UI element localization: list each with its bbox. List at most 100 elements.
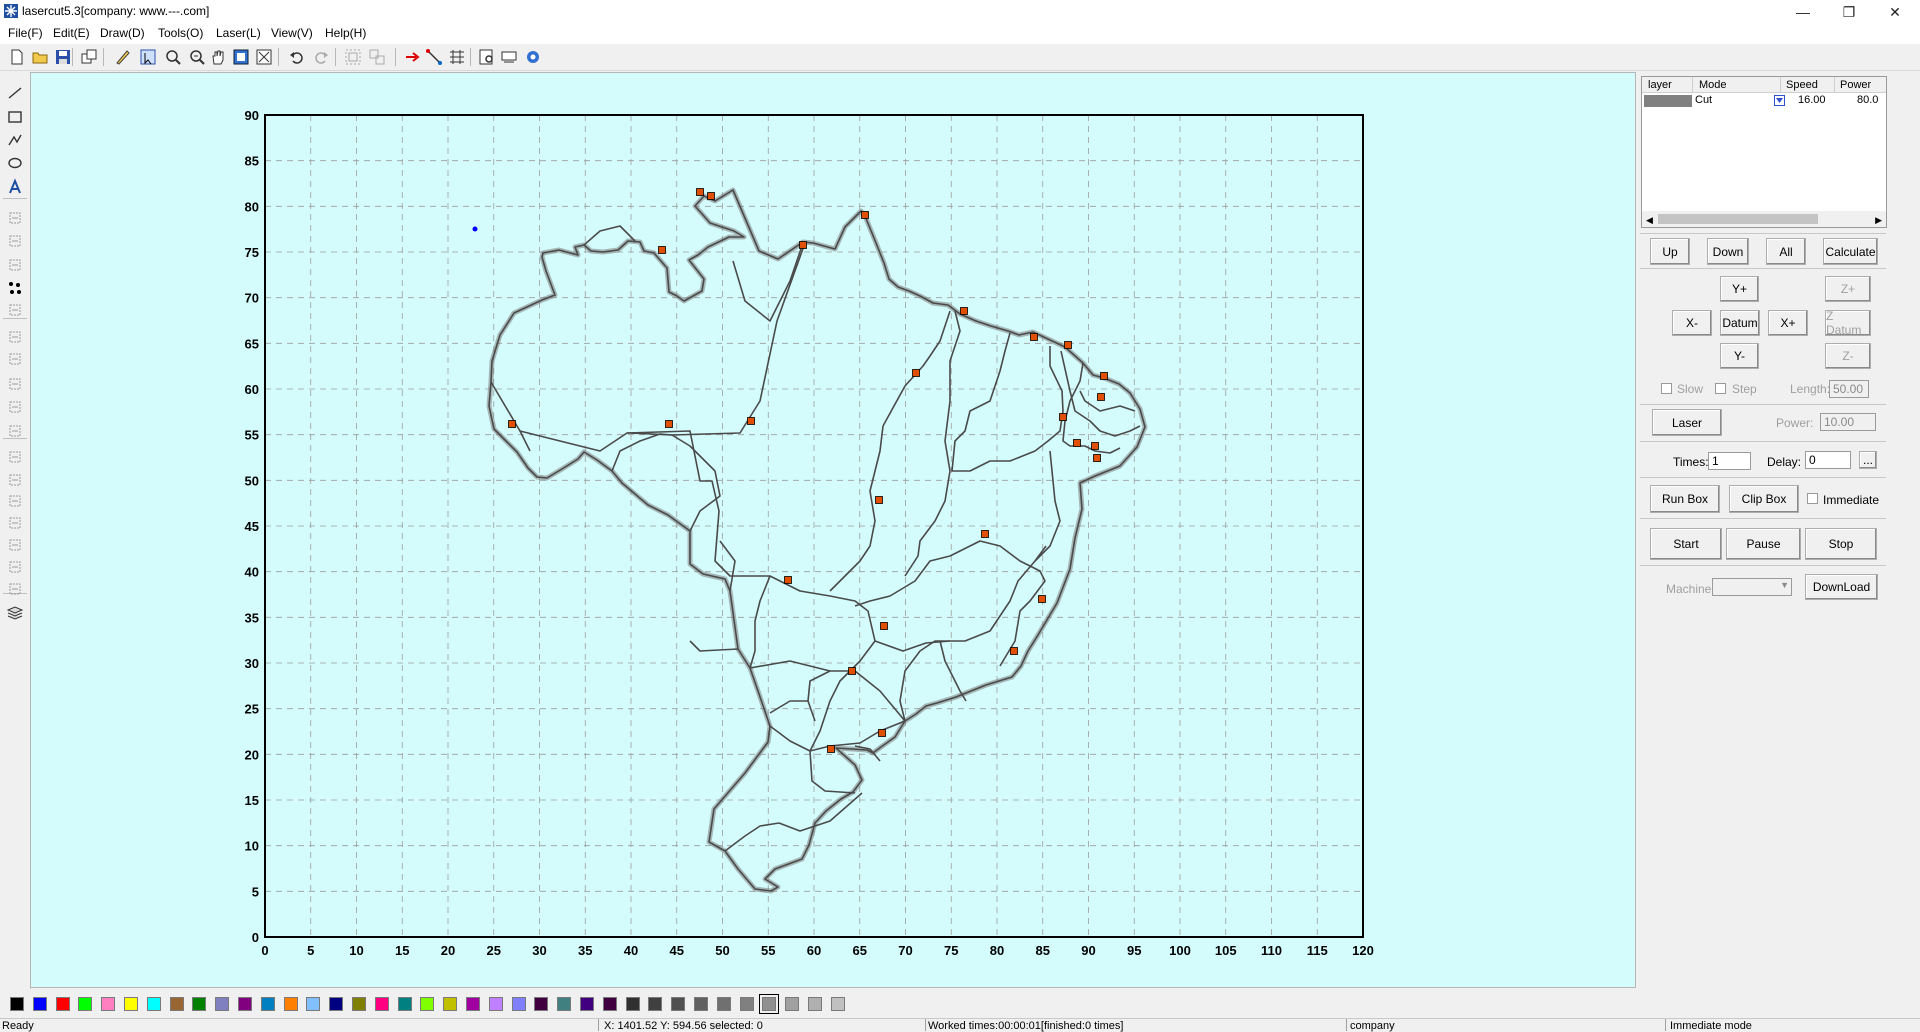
palette-swatch[interactable]: [830, 997, 845, 1011]
palette-swatch[interactable]: [374, 997, 389, 1011]
clip-box-button[interactable]: Clip Box: [1729, 485, 1799, 513]
pause-button[interactable]: Pause: [1726, 528, 1801, 560]
menu-file[interactable]: File(F): [8, 26, 43, 40]
palette-swatch[interactable]: [329, 997, 344, 1011]
menu-draw[interactable]: Draw(D): [100, 26, 145, 40]
scroll-left-icon[interactable]: ◀: [1646, 215, 1653, 226]
save-icon[interactable]: [54, 48, 72, 66]
cut-path-icon[interactable]: [425, 48, 443, 66]
align-left-icon[interactable]: [5, 448, 25, 466]
palette-swatch[interactable]: [55, 997, 70, 1011]
zoom-page-icon[interactable]: [232, 48, 250, 66]
palette-swatch[interactable]: [443, 997, 458, 1011]
col-power[interactable]: Power: [1840, 79, 1871, 91]
stop-button[interactable]: Stop: [1805, 528, 1877, 560]
map-drawing[interactable]: [472, 187, 1148, 894]
palette-swatch[interactable]: [785, 997, 800, 1011]
palette-swatch[interactable]: [352, 997, 366, 1011]
rotate-icon[interactable]: [5, 209, 25, 227]
palette-swatch[interactable]: [260, 997, 275, 1011]
scroll-right-icon[interactable]: ▶: [1875, 215, 1882, 226]
palette-swatch[interactable]: [759, 994, 780, 1014]
text-tool-icon[interactable]: [5, 178, 25, 196]
datum-button[interactable]: Datum: [1720, 310, 1760, 336]
new-file-icon[interactable]: [8, 48, 26, 66]
mode-dropdown[interactable]: [1774, 95, 1785, 106]
z-minus-button[interactable]: Z-: [1825, 343, 1871, 369]
select-all-button[interactable]: All: [1766, 238, 1806, 265]
menu-help[interactable]: Help(H): [325, 26, 366, 40]
col-speed[interactable]: Speed: [1786, 79, 1818, 91]
hatch-icon[interactable]: [5, 350, 25, 368]
palette-swatch[interactable]: [215, 997, 230, 1011]
redo-icon[interactable]: [312, 48, 330, 66]
palette-swatch[interactable]: [124, 997, 138, 1011]
immediate-checkbox[interactable]: [1807, 493, 1818, 504]
start-button[interactable]: Start: [1650, 528, 1722, 560]
select-icon[interactable]: [139, 48, 157, 66]
palette-swatch[interactable]: [625, 997, 640, 1011]
menu-view[interactable]: View(V): [271, 26, 313, 40]
slow-checkbox[interactable]: [1661, 383, 1672, 394]
layer-up-button[interactable]: Up: [1650, 238, 1690, 265]
align-top-icon[interactable]: [5, 492, 25, 510]
palette-swatch[interactable]: [169, 997, 184, 1011]
delay-input[interactable]: 0: [1805, 451, 1851, 469]
wave-icon[interactable]: [5, 422, 25, 440]
layer-down-button[interactable]: Down: [1707, 238, 1749, 265]
layer-color-swatch[interactable]: [1644, 95, 1692, 107]
ungroup-icon[interactable]: [368, 48, 386, 66]
palette-swatch[interactable]: [808, 997, 822, 1011]
laser-start-point-icon[interactable]: [403, 48, 421, 66]
palette-swatch[interactable]: [648, 997, 663, 1011]
align-bottom-icon[interactable]: [5, 514, 25, 532]
align-right-icon[interactable]: [5, 471, 25, 489]
palette-swatch[interactable]: [10, 997, 24, 1011]
line-tool-icon[interactable]: [5, 84, 25, 102]
menu-laser[interactable]: Laser(L): [216, 26, 261, 40]
undo-icon[interactable]: [288, 48, 306, 66]
rectangle-tool-icon[interactable]: [5, 108, 25, 126]
zoom-fit-icon[interactable]: [255, 48, 273, 66]
zoom-window-icon[interactable]: [164, 48, 182, 66]
center-horizontal-icon[interactable]: [5, 536, 25, 554]
palette-swatch[interactable]: [78, 997, 93, 1011]
palette-swatch[interactable]: [101, 997, 116, 1011]
palette-swatch[interactable]: [694, 997, 708, 1011]
open-folder-icon[interactable]: [31, 48, 49, 66]
machine-select[interactable]: ▼: [1712, 578, 1792, 596]
power-input[interactable]: 10.00: [1820, 413, 1876, 431]
palette-swatch[interactable]: [557, 997, 572, 1011]
palette-swatch[interactable]: [146, 997, 161, 1011]
canvas-svg[interactable]: 0 5 10 15 20 25 30 35 40 45 50 55 60 65 70 75 80 85 90 95 10…: [31, 73, 1635, 987]
menu-tools[interactable]: Tools(O): [158, 26, 203, 40]
mirror-vertical-icon[interactable]: [5, 256, 25, 274]
layer-mode[interactable]: Cut: [1695, 94, 1712, 106]
layer-row[interactable]: Cut 16.00 80.0: [1642, 93, 1886, 109]
palette-swatch[interactable]: [32, 997, 47, 1011]
array-copy-icon[interactable]: [5, 328, 25, 346]
delay-browse-button[interactable]: ...: [1859, 451, 1877, 469]
calculate-button[interactable]: Calculate: [1823, 238, 1878, 265]
scroll-thumb[interactable]: [1658, 214, 1818, 224]
x-minus-button[interactable]: X-: [1672, 310, 1712, 336]
ellipse-tool-icon[interactable]: [5, 154, 25, 172]
x-plus-button[interactable]: X+: [1768, 310, 1808, 336]
palette-swatch[interactable]: [534, 997, 549, 1011]
polyline-tool-icon[interactable]: [5, 131, 25, 149]
edit-nodes-icon[interactable]: [114, 48, 132, 66]
center-both-icon[interactable]: [5, 580, 25, 598]
horizontal-scrollbar[interactable]: ◀ ▶: [1642, 211, 1886, 227]
palette-swatch[interactable]: [397, 997, 412, 1011]
palette-swatch[interactable]: [283, 997, 298, 1011]
palette-swatch[interactable]: [238, 997, 252, 1011]
palette-swatch[interactable]: [671, 997, 686, 1011]
maximize-button[interactable]: ❐: [1826, 0, 1872, 24]
step-checkbox[interactable]: [1715, 383, 1726, 394]
array-icon[interactable]: [448, 48, 466, 66]
drawing-canvas[interactable]: 0 5 10 15 20 25 30 35 40 45 50 55 60 65 70 75 80 85 90 95 10…: [30, 72, 1636, 988]
run-box-button[interactable]: Run Box: [1650, 485, 1720, 513]
node-edit-icon[interactable]: [5, 279, 25, 297]
palette-swatch[interactable]: [466, 997, 480, 1011]
col-mode[interactable]: Mode: [1699, 79, 1727, 91]
